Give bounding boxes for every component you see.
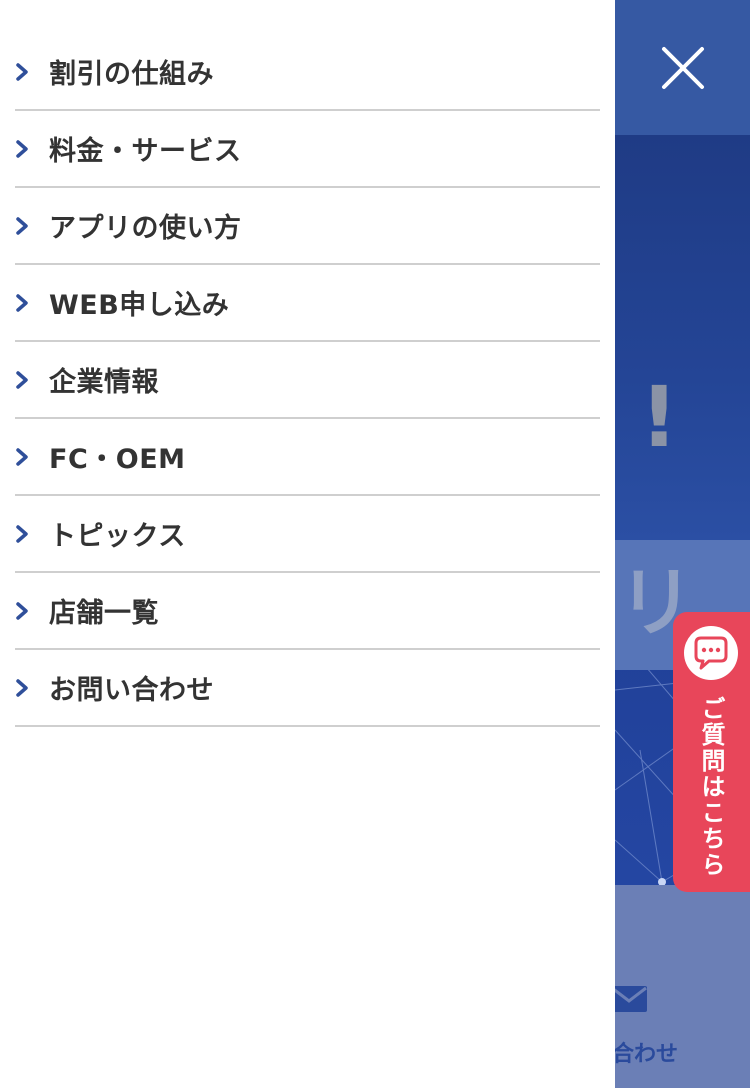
menu-item-label: 割引の仕組み (49, 59, 214, 90)
chevron-right-icon (15, 216, 29, 236)
menu-item-label: トピックス (49, 521, 186, 552)
chat-bubble-icon (684, 626, 738, 680)
menu-item-label: 料金・サービス (49, 136, 242, 167)
menu-item-contact[interactable]: お問い合わせ (15, 650, 600, 727)
menu-item-discount-system[interactable]: 割引の仕組み (15, 34, 600, 111)
menu-item-pricing-services[interactable]: 料金・サービス (15, 111, 600, 188)
menu-item-company-info[interactable]: 企業情報 (15, 342, 600, 419)
chevron-right-icon (15, 524, 29, 544)
menu-item-fc-oem[interactable]: FC・OEM (15, 419, 600, 496)
menu-item-label: FC・OEM (49, 444, 186, 475)
navigation-drawer: 割引の仕組み 料金・サービス アプリの使い方 WEB申し込み 企業情報 FC・O… (0, 0, 615, 1088)
menu-item-topics[interactable]: トピックス (15, 496, 600, 573)
question-tab-button[interactable]: ご質問はこちら (673, 612, 750, 892)
menu-item-label: 店舗一覧 (49, 598, 159, 629)
chevron-right-icon (15, 678, 29, 698)
chevron-right-icon (15, 293, 29, 313)
menu-item-label: WEB申し込み (49, 290, 230, 321)
question-tab-label: ご質問はこちら (697, 696, 725, 878)
chevron-right-icon (15, 370, 29, 390)
menu-item-store-list[interactable]: 店舗一覧 (15, 573, 600, 650)
menu-list: 割引の仕組み 料金・サービス アプリの使い方 WEB申し込み 企業情報 FC・O… (15, 34, 600, 727)
menu-item-app-usage[interactable]: アプリの使い方 (15, 188, 600, 265)
close-menu-button[interactable] (615, 0, 750, 135)
chevron-right-icon (15, 447, 29, 467)
chevron-right-icon (15, 62, 29, 82)
menu-item-label: お問い合わせ (49, 675, 214, 706)
chevron-right-icon (15, 139, 29, 159)
mail-icon (611, 986, 647, 1012)
menu-item-label: 企業情報 (49, 367, 159, 398)
chevron-right-icon (15, 601, 29, 621)
menu-item-web-application[interactable]: WEB申し込み (15, 265, 600, 342)
background-hero-mark: ! (640, 368, 679, 466)
menu-item-label: アプリの使い方 (49, 213, 242, 244)
close-icon (661, 46, 704, 89)
